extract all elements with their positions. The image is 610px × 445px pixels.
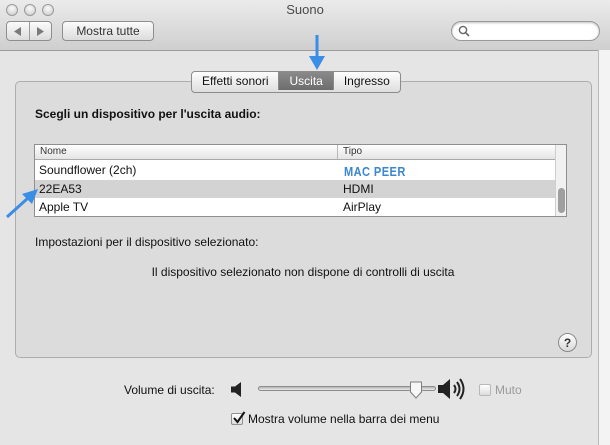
window-titlebar: Suono Mostra tutte bbox=[0, 0, 610, 51]
tab-input[interactable]: Ingresso bbox=[332, 72, 400, 90]
selected-device-settings-label: Impostazioni per il dispositivo selezion… bbox=[35, 235, 259, 249]
search-field[interactable] bbox=[451, 21, 600, 41]
table-row[interactable]: Apple TV AirPlay bbox=[35, 198, 555, 216]
device-type: HDMI bbox=[343, 182, 374, 196]
settings-panel bbox=[15, 81, 592, 358]
mute-checkbox[interactable] bbox=[479, 384, 491, 396]
forward-button[interactable] bbox=[28, 22, 52, 40]
back-forward-control bbox=[6, 21, 52, 41]
table-row-selected[interactable]: 22EA53 HDMI bbox=[35, 180, 555, 198]
output-volume-label: Volume di uscita: bbox=[124, 383, 215, 397]
show-volume-in-menubar-label: Mostra volume nella barra dei menu bbox=[248, 412, 440, 426]
help-button[interactable]: ? bbox=[558, 333, 577, 352]
back-button[interactable] bbox=[7, 22, 29, 40]
show-volume-in-menubar-checkbox[interactable] bbox=[231, 411, 246, 425]
search-input[interactable] bbox=[474, 23, 592, 39]
tab-bar: Effetti sonori Uscita Ingresso bbox=[191, 71, 401, 93]
watermark-text: MAC PEER bbox=[344, 164, 406, 179]
tab-output[interactable]: Uscita bbox=[278, 72, 333, 90]
speaker-high-icon bbox=[438, 378, 465, 400]
mute-label: Muto bbox=[495, 383, 522, 397]
no-output-controls-message: Il dispositivo selezionato non dispone d… bbox=[151, 265, 455, 279]
volume-slider-knob[interactable] bbox=[409, 381, 423, 399]
table-row[interactable]: Soundflower (2ch) bbox=[35, 161, 555, 179]
device-name: 22EA53 bbox=[39, 182, 82, 196]
triangle-left-icon bbox=[13, 26, 21, 36]
device-name: Apple TV bbox=[39, 200, 89, 214]
checkmark-icon bbox=[233, 411, 246, 424]
search-icon bbox=[458, 25, 470, 37]
sound-preferences-window: Suono Mostra tutte Effetti sonori Uscita… bbox=[0, 0, 610, 445]
table-header: Nome Tipo bbox=[35, 145, 555, 160]
column-divider bbox=[337, 145, 338, 159]
annotation-arrow-down-icon bbox=[309, 35, 325, 70]
output-device-table: Nome Tipo Soundflower (2ch) 22EA53 HDMI … bbox=[34, 144, 567, 217]
output-device-heading: Scegli un dispositivo per l'uscita audio… bbox=[35, 107, 261, 121]
table-scrollbar[interactable] bbox=[555, 145, 566, 216]
device-name: Soundflower (2ch) bbox=[39, 163, 137, 177]
annotation-arrow-up-right-icon bbox=[5, 189, 38, 219]
show-all-button[interactable]: Mostra tutte bbox=[62, 21, 154, 41]
device-type: AirPlay bbox=[343, 200, 382, 214]
column-header-name[interactable]: Nome bbox=[40, 146, 67, 157]
background-window-edge bbox=[598, 50, 610, 445]
column-header-type[interactable]: Tipo bbox=[343, 146, 362, 157]
speaker-low-icon bbox=[231, 382, 241, 397]
scrollbar-thumb[interactable] bbox=[558, 188, 565, 213]
tab-sound-effects[interactable]: Effetti sonori bbox=[192, 72, 278, 90]
window-title: Suono bbox=[286, 2, 324, 17]
triangle-right-icon bbox=[37, 26, 45, 36]
